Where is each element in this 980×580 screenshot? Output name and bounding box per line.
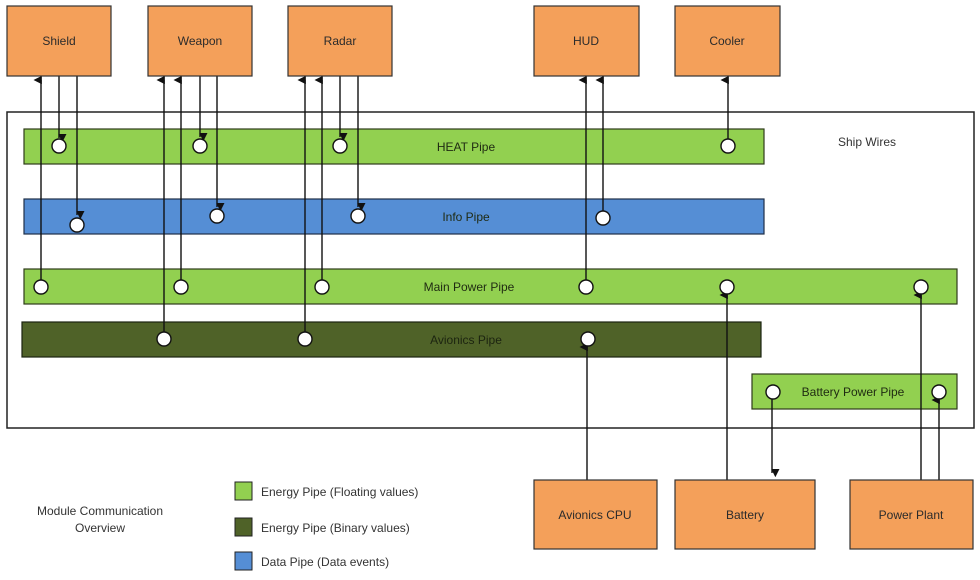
module-hud-label: HUD [573, 34, 599, 48]
info-pipe[interactable]: Info Pipe [23, 198, 765, 235]
port-heat-cooler[interactable] [720, 138, 736, 154]
legend-label-data: Data Pipe (Data events) [261, 555, 389, 569]
port-info-hud[interactable] [595, 210, 611, 226]
legend-item-energy-binary: Energy Pipe (Binary values) [234, 517, 410, 537]
port-main-power-weapon[interactable] [173, 279, 189, 295]
module-avionics-cpu-label: Avionics CPU [558, 508, 631, 522]
module-avionics-cpu[interactable]: Avionics CPU [533, 479, 658, 550]
main-power-pipe-label: Main Power Pipe [424, 280, 515, 294]
module-power-plant[interactable]: Power Plant [849, 479, 974, 550]
port-info-radar[interactable] [350, 208, 366, 224]
port-main-power-hud[interactable] [578, 279, 594, 295]
port-heat-radar[interactable] [332, 138, 348, 154]
legend-swatch-data [234, 551, 253, 571]
overview-title-line-1: Module Communication [37, 504, 163, 518]
port-battery-power-battery[interactable] [765, 384, 781, 400]
port-main-power-shield[interactable] [33, 279, 49, 295]
module-radar-label: Radar [324, 34, 357, 48]
legend-swatch-energy-binary [234, 517, 253, 537]
module-battery[interactable]: Battery [674, 479, 816, 550]
module-shield-label: Shield [42, 34, 75, 48]
info-pipe-label: Info Pipe [442, 210, 490, 224]
port-main-power-radar[interactable] [314, 279, 330, 295]
legend-label-energy-binary: Energy Pipe (Binary values) [261, 521, 410, 535]
port-info-weapon[interactable] [209, 208, 225, 224]
module-cooler[interactable]: Cooler [674, 5, 781, 77]
legend: Energy Pipe (Floating values) Energy Pip… [234, 481, 418, 571]
port-main-power-power-plant[interactable] [913, 279, 929, 295]
module-weapon[interactable]: Weapon [147, 5, 253, 77]
battery-power-pipe-label: Battery Power Pipe [802, 385, 905, 399]
module-weapon-label: Weapon [178, 34, 222, 48]
port-info-shield[interactable] [69, 217, 85, 233]
module-power-plant-label: Power Plant [879, 508, 944, 522]
heat-pipe[interactable]: HEAT Pipe [23, 128, 765, 165]
ship-wires-label: Ship Wires [838, 135, 896, 149]
legend-item-data: Data Pipe (Data events) [234, 551, 389, 571]
avionics-pipe[interactable]: Avionics Pipe [21, 321, 762, 358]
port-avionics-cpu[interactable] [580, 331, 596, 347]
port-avionics-weapon[interactable] [156, 331, 172, 347]
battery-power-pipe[interactable]: Battery Power Pipe [751, 373, 958, 410]
overview-title: Module Communication Overview [37, 504, 163, 535]
legend-label-energy-float: Energy Pipe (Floating values) [261, 485, 418, 499]
port-battery-power-power-plant[interactable] [931, 384, 947, 400]
legend-swatch-energy-float [234, 481, 253, 501]
module-communication-diagram: Ship Wires HEAT Pipe Info Pipe Main Powe… [6, 5, 975, 571]
module-battery-label: Battery [726, 508, 764, 522]
module-radar[interactable]: Radar [287, 5, 393, 77]
port-heat-weapon[interactable] [192, 138, 208, 154]
overview-title-line-2: Overview [75, 521, 125, 535]
module-shield[interactable]: Shield [6, 5, 112, 77]
port-main-power-battery[interactable] [719, 279, 735, 295]
avionics-pipe-label: Avionics Pipe [430, 333, 502, 347]
module-cooler-label: Cooler [709, 34, 744, 48]
module-hud[interactable]: HUD [533, 5, 640, 77]
port-avionics-radar[interactable] [297, 331, 313, 347]
legend-item-energy-float: Energy Pipe (Floating values) [234, 481, 418, 501]
port-heat-shield[interactable] [51, 138, 67, 154]
heat-pipe-label: HEAT Pipe [437, 140, 496, 154]
